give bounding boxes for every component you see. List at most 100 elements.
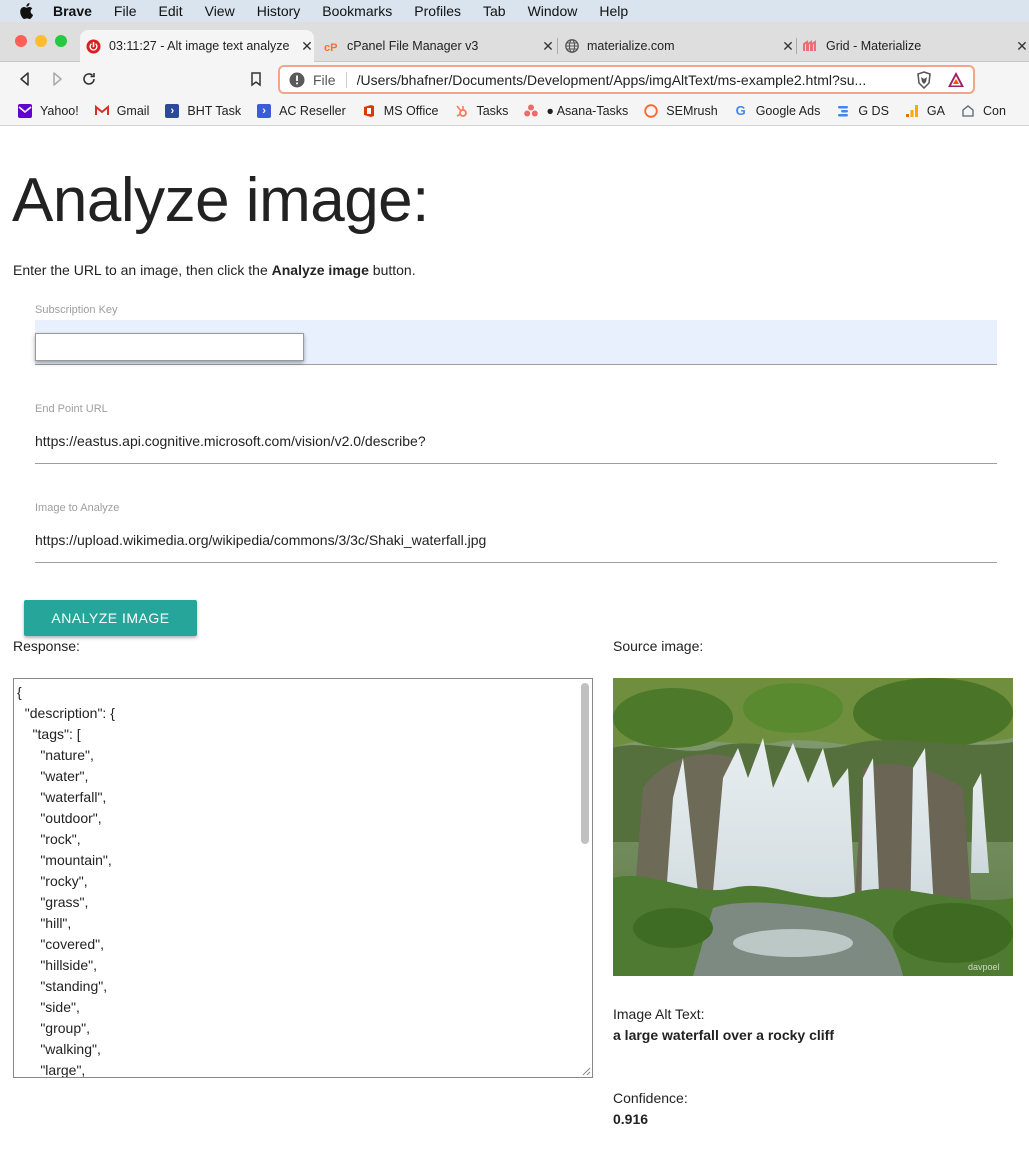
close-icon[interactable]: ✕ bbox=[300, 38, 314, 55]
bookmark-semrush[interactable]: SEMrush bbox=[644, 103, 718, 118]
svg-text:davpoel: davpoel bbox=[968, 962, 1000, 972]
menu-bar: Brave File Edit View History Bookmarks P… bbox=[0, 0, 1029, 22]
bookmark-google-ads[interactable]: G Google Ads bbox=[734, 103, 821, 118]
bookmark-icon bbox=[251, 71, 261, 86]
endpoint-url-input[interactable]: https://eastus.api.cognitive.microsoft.c… bbox=[35, 419, 997, 464]
bookmarks-bar: Yahoo! Gmail › BHT Task › AC Reseller MS… bbox=[0, 96, 1029, 126]
address-bar[interactable]: File /Users/bhafner/Documents/Developmen… bbox=[278, 65, 975, 94]
tab-strip: 03:11:27 - Alt image text analyze ✕ cP c… bbox=[0, 22, 1029, 62]
bookmark-bht-task[interactable]: › BHT Task bbox=[165, 103, 242, 118]
gmail-icon bbox=[94, 104, 109, 118]
subscription-key-field: Subscription Key bbox=[35, 304, 997, 365]
bookmark-label: Google Ads bbox=[755, 103, 821, 118]
url-text[interactable]: /Users/bhafner/Documents/Development/App… bbox=[357, 72, 907, 88]
menu-history[interactable]: History bbox=[257, 3, 301, 19]
menu-window[interactable]: Window bbox=[528, 3, 578, 19]
subscription-key-label: Subscription Key bbox=[35, 304, 118, 316]
analyze-image-button[interactable]: ANALYZE IMAGE bbox=[24, 600, 197, 636]
tab-grid-materialize[interactable]: Grid - Materialize ✕ bbox=[797, 30, 1029, 62]
alt-text-label: Image Alt Text: bbox=[613, 1006, 705, 1022]
scrollbar-thumb[interactable] bbox=[581, 683, 589, 844]
back-arrow-icon bbox=[20, 72, 29, 86]
menu-help[interactable]: Help bbox=[599, 3, 628, 19]
bookmark-button[interactable] bbox=[246, 69, 266, 89]
menu-edit[interactable]: Edit bbox=[158, 3, 182, 19]
google-icon: G bbox=[735, 103, 746, 118]
zoom-window-button[interactable] bbox=[55, 35, 67, 47]
window-controls bbox=[15, 35, 67, 47]
cpanel-icon: cP bbox=[324, 39, 339, 54]
brave-shields-icon[interactable] bbox=[915, 70, 933, 89]
globe-icon bbox=[564, 39, 579, 54]
tab-title: Grid - Materialize bbox=[826, 39, 922, 53]
resize-handle-icon[interactable] bbox=[581, 1066, 591, 1076]
tab-title: materialize.com bbox=[587, 39, 675, 53]
url-scheme: File bbox=[313, 71, 347, 88]
bookmark-label: Con bbox=[982, 103, 1006, 118]
bookmark-tasks[interactable]: Tasks bbox=[454, 104, 508, 118]
close-icon[interactable]: ✕ bbox=[781, 38, 795, 55]
source-image-label: Source image: bbox=[613, 638, 704, 654]
close-window-button[interactable] bbox=[15, 35, 27, 47]
menu-tab[interactable]: Tab bbox=[483, 3, 506, 19]
bookmark-ga[interactable]: GA bbox=[905, 104, 945, 118]
alt-text-value: a large waterfall over a rocky cliff bbox=[613, 1027, 834, 1043]
forward-arrow-icon bbox=[53, 72, 62, 86]
bookmark-label: SEMrush bbox=[666, 103, 718, 118]
datastudio-icon bbox=[836, 104, 850, 118]
apple-icon[interactable] bbox=[19, 3, 33, 19]
tab-title: cPanel File Manager v3 bbox=[347, 39, 479, 53]
image-url-label: Image to Analyze bbox=[35, 502, 120, 514]
close-icon[interactable]: ✕ bbox=[541, 38, 555, 55]
bookmark-g-ds[interactable]: G DS bbox=[836, 104, 889, 118]
bookmark-con[interactable]: Con bbox=[961, 104, 1006, 118]
generic-icon bbox=[961, 104, 975, 118]
image-url-field: Image to Analyze https://upload.wikimedi… bbox=[35, 502, 997, 563]
bookmark-label: Tasks bbox=[476, 103, 509, 118]
tab-materialize[interactable]: materialize.com ✕ bbox=[558, 30, 795, 62]
minimize-window-button[interactable] bbox=[35, 35, 47, 47]
bookmark-ac-reseller[interactable]: › AC Reseller bbox=[257, 103, 346, 118]
image-url-input[interactable]: https://upload.wikimedia.org/wikipedia/c… bbox=[35, 518, 997, 563]
tab-cpanel[interactable]: cP cPanel File Manager v3 ✕ bbox=[318, 30, 555, 62]
bookmark-ms-office[interactable]: MS Office bbox=[362, 103, 439, 118]
autofill-dropdown[interactable] bbox=[35, 333, 304, 361]
tab-title: 03:11:27 - Alt image text analyze bbox=[109, 39, 290, 53]
bookmark-yahoo[interactable]: Yahoo! bbox=[18, 103, 79, 118]
analytics-icon bbox=[905, 104, 919, 118]
asana-icon bbox=[524, 104, 539, 118]
bookmark-label: BHT Task bbox=[187, 103, 242, 118]
task-icon: › bbox=[257, 103, 272, 118]
task-icon: › bbox=[165, 103, 180, 118]
reload-button[interactable] bbox=[79, 69, 99, 89]
response-label: Response: bbox=[13, 638, 80, 654]
bookmark-label: MS Office bbox=[383, 103, 439, 118]
source-image: davpoel bbox=[613, 678, 1013, 976]
bookmark-gmail[interactable]: Gmail bbox=[94, 104, 149, 118]
response-json: { "description": { "tags": [ "nature", "… bbox=[17, 684, 115, 1078]
response-textarea[interactable]: { "description": { "tags": [ "nature", "… bbox=[13, 678, 593, 1078]
svg-text:cP: cP bbox=[324, 42, 337, 54]
back-button[interactable] bbox=[15, 69, 35, 89]
materialize-icon bbox=[803, 39, 818, 54]
close-icon[interactable]: ✕ bbox=[1015, 38, 1029, 55]
endpoint-url-field: End Point URL https://eastus.api.cogniti… bbox=[35, 403, 997, 464]
brave-rewards-icon[interactable] bbox=[947, 71, 965, 89]
menu-app-name[interactable]: Brave bbox=[53, 3, 92, 19]
office-icon bbox=[362, 104, 376, 118]
page-content: Analyze image: Enter the URL to an image… bbox=[0, 127, 1029, 1162]
forward-button[interactable] bbox=[47, 69, 67, 89]
menu-bookmarks[interactable]: Bookmarks bbox=[322, 3, 392, 19]
subscription-key-input[interactable] bbox=[35, 320, 997, 365]
menu-profiles[interactable]: Profiles bbox=[414, 3, 461, 19]
info-icon[interactable] bbox=[289, 72, 305, 88]
browser-toolbar: File /Users/bhafner/Documents/Developmen… bbox=[0, 62, 1029, 96]
menu-view[interactable]: View bbox=[205, 3, 235, 19]
bookmark-asana-tasks[interactable]: ● Asana-Tasks bbox=[524, 104, 628, 118]
tab-alt-image-analyzer[interactable]: 03:11:27 - Alt image text analyze ✕ bbox=[80, 30, 314, 62]
bookmark-label: ● Asana-Tasks bbox=[546, 103, 629, 118]
confidence-label: Confidence: bbox=[613, 1090, 688, 1106]
bookmark-label: G DS bbox=[858, 103, 889, 118]
menu-file[interactable]: File bbox=[114, 3, 137, 19]
intro-text: Enter the URL to an image, then click th… bbox=[13, 262, 416, 278]
